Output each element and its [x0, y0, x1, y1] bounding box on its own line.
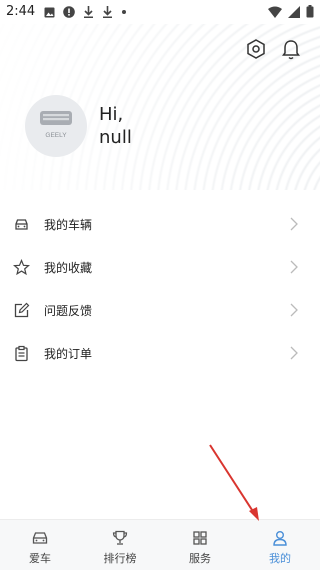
download-notification-icon [84, 6, 93, 18]
menu-item-my-orders[interactable]: 我的订单 [0, 332, 320, 375]
tab-label: 爱车 [29, 552, 51, 565]
status-time: 2:44 [6, 4, 36, 19]
tab-my-car[interactable]: 爱车 [0, 520, 80, 570]
download-notification-icon-2 [103, 6, 112, 18]
settings-hexagon-icon [247, 39, 265, 59]
chevron-right-icon [290, 346, 298, 360]
notification-icons [44, 6, 127, 18]
tab-label: 我的 [269, 552, 291, 565]
person-icon [273, 531, 287, 546]
notifications-button[interactable] [279, 38, 303, 62]
tab-ranking[interactable]: 排行榜 [80, 520, 160, 570]
avatar[interactable]: GEELY [25, 95, 87, 157]
username-text: null [99, 127, 132, 148]
dot-notification-icon [122, 10, 126, 14]
profile-menu: 我的车辆 我的收藏 问题反馈 我的订单 [0, 203, 320, 375]
tab-mine[interactable]: 我的 [240, 520, 320, 570]
chevron-right-icon [290, 303, 298, 317]
menu-item-label: 我的订单 [44, 347, 93, 361]
alert-notification-icon [63, 6, 75, 18]
wifi-icon [268, 6, 282, 18]
system-icons [268, 5, 314, 18]
chevron-right-icon [290, 217, 298, 231]
edit-icon [14, 302, 30, 318]
menu-item-label: 我的车辆 [44, 218, 93, 232]
trophy-icon [112, 530, 128, 545]
signal-icon [288, 5, 300, 18]
clipboard-icon [15, 345, 28, 362]
car-icon [15, 219, 28, 230]
bell-icon [282, 40, 300, 60]
tab-service[interactable]: 服务 [160, 520, 240, 570]
menu-item-feedback[interactable]: 问题反馈 [0, 289, 320, 332]
menu-item-my-vehicles[interactable]: 我的车辆 [0, 203, 320, 246]
image-notification-icon [44, 7, 55, 17]
logo-text: GEELY [45, 132, 67, 139]
status-bar: 2:44 [0, 0, 320, 24]
grid-icon [193, 531, 207, 545]
tab-label: 排行榜 [103, 552, 137, 565]
tab-label: 服务 [189, 552, 211, 565]
star-icon [13, 259, 30, 276]
menu-item-label: 问题反馈 [44, 304, 93, 318]
geely-logo-icon: GEELY [40, 111, 72, 139]
battery-icon [306, 5, 314, 18]
greeting-text: Hi, [99, 104, 124, 125]
chevron-right-icon [290, 260, 298, 274]
settings-button[interactable] [245, 38, 267, 60]
bottom-navigation: 爱车 排行榜 服务 我的 [0, 519, 320, 570]
menu-item-my-favorites[interactable]: 我的收藏 [0, 246, 320, 289]
menu-item-label: 我的收藏 [44, 261, 93, 275]
car-icon [32, 532, 48, 544]
